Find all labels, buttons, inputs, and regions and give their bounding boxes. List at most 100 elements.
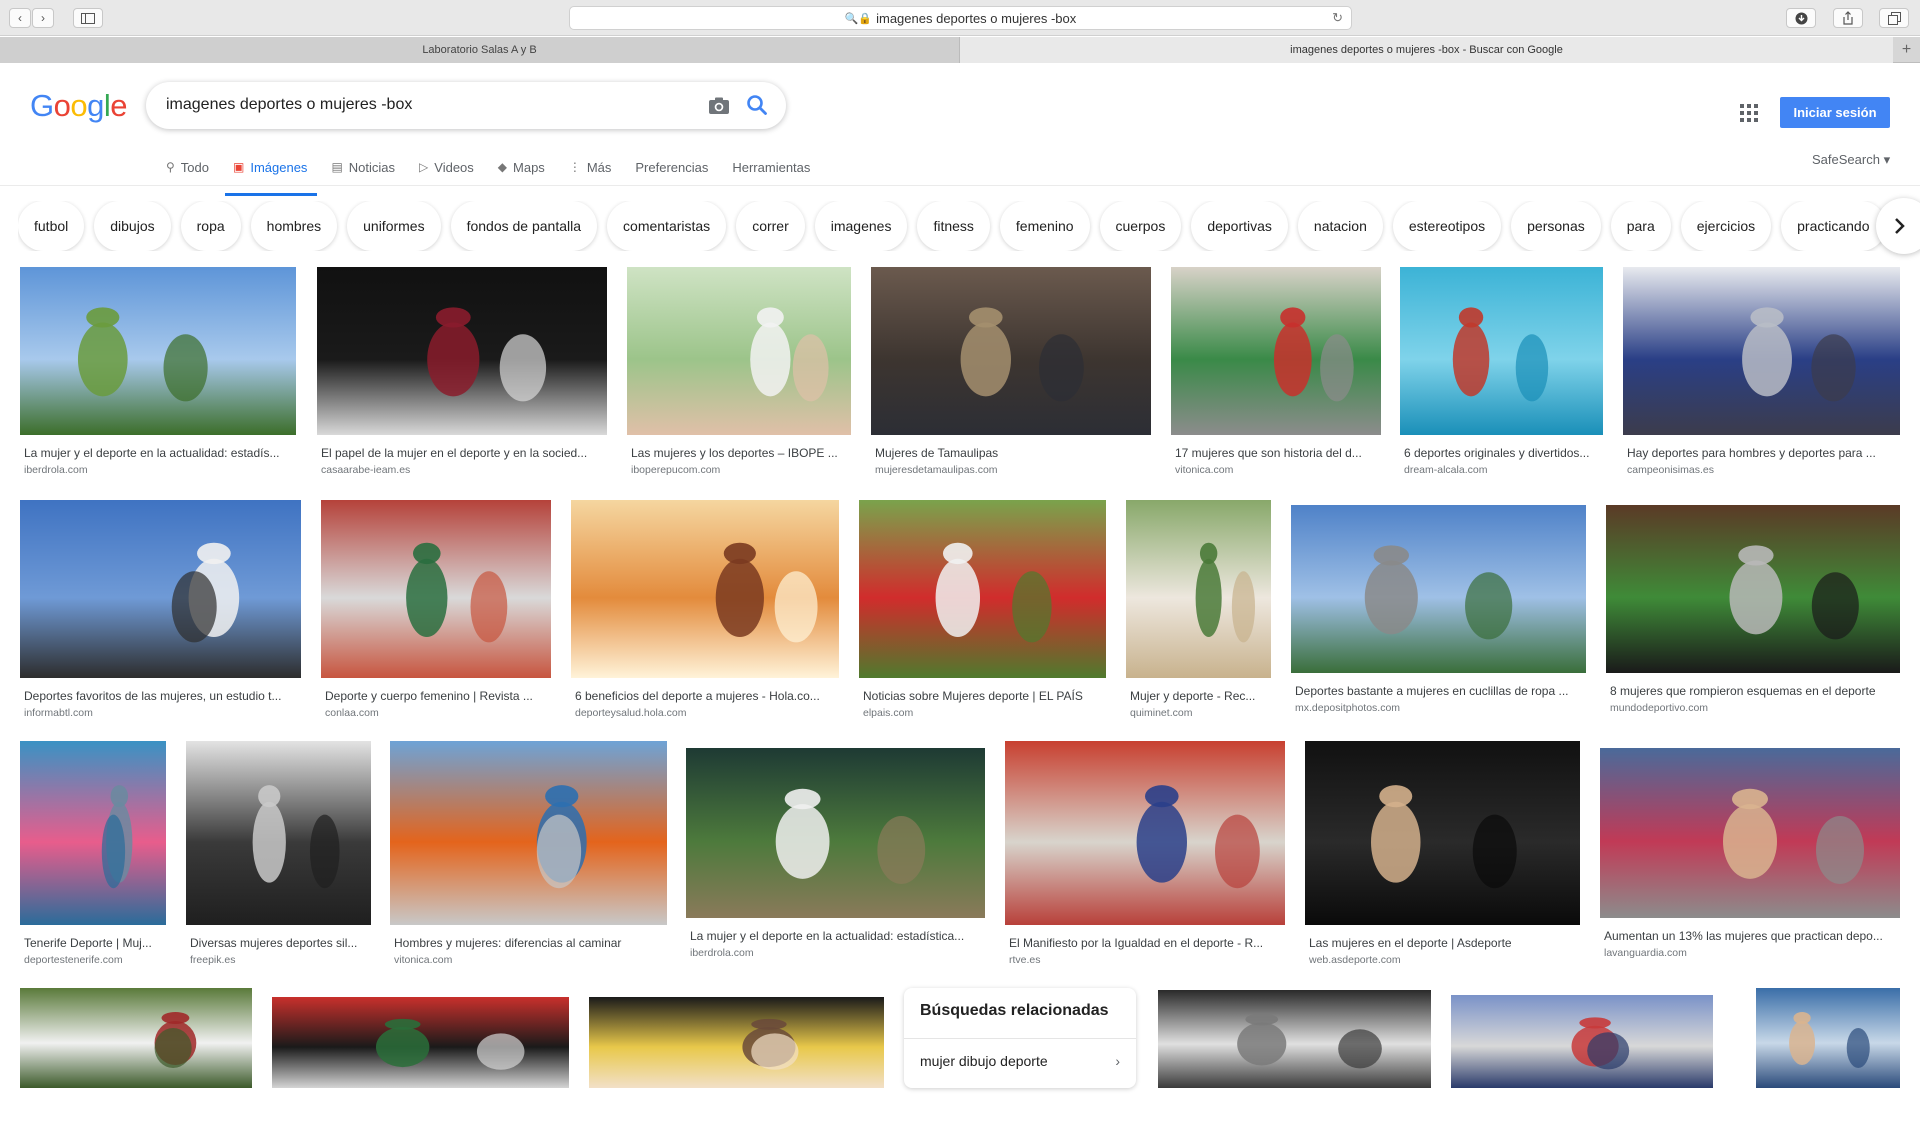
result-thumbnail[interactable] [317, 267, 607, 435]
result-thumbnail[interactable] [20, 988, 252, 1088]
related-item-label: mujer dibujo deporte [920, 1053, 1048, 1069]
image-result[interactable]: El Manifiesto por la Igualdad en el depo… [1005, 741, 1285, 969]
result-source: deporteysalud.hola.com [575, 707, 687, 719]
chevron-right-icon: › [1115, 1053, 1120, 1069]
result-caption[interactable]: 8 mujeres que rompieron esquemas en el d… [1610, 684, 1896, 698]
result-thumbnail[interactable] [1451, 995, 1713, 1088]
image-result[interactable]: Deportes bastante a mujeres en cuclillas… [1291, 505, 1586, 717]
result-source: rtve.es [1009, 954, 1041, 966]
result-thumbnail[interactable] [1756, 988, 1900, 1088]
image-result[interactable]: El papel de la mujer en el deporte y en … [317, 267, 607, 479]
result-caption[interactable]: Mujeres de Tamaulipas [875, 446, 1147, 460]
image-result[interactable]: Aumentan un 13% las mujeres que practica… [1600, 748, 1900, 962]
image-result[interactable] [589, 997, 884, 1132]
result-caption[interactable]: Hombres y mujeres: diferencias al camina… [394, 936, 663, 950]
result-thumbnail[interactable] [1158, 990, 1431, 1088]
result-caption[interactable]: Hay deportes para hombres y deportes par… [1627, 446, 1896, 460]
image-result[interactable]: 6 beneficios del deporte a mujeres - Hol… [571, 500, 839, 722]
image-result[interactable]: Hombres y mujeres: diferencias al camina… [390, 741, 667, 969]
image-result[interactable]: Deporte y cuerpo femenino | Revista ... c… [321, 500, 551, 722]
result-caption[interactable]: Aumentan un 13% las mujeres que practica… [1604, 929, 1896, 943]
result-caption[interactable]: Deporte y cuerpo femenino | Revista ... [325, 689, 547, 703]
image-result[interactable] [272, 997, 569, 1132]
result-thumbnail[interactable] [321, 500, 551, 678]
result-source: iberdrola.com [24, 464, 88, 476]
image-result[interactable]: 8 mujeres que rompieron esquemas en el d… [1606, 505, 1900, 717]
image-result[interactable] [1756, 988, 1900, 1132]
result-caption[interactable]: Mujer y deporte - Rec... [1130, 689, 1267, 703]
result-thumbnail[interactable] [1400, 267, 1603, 435]
result-source: iberdrola.com [690, 947, 754, 959]
image-result[interactable]: La mujer y el deporte en la actualidad: … [20, 267, 296, 479]
image-results: La mujer y el deporte en la actualidad: … [0, 0, 1920, 1088]
image-result[interactable]: Mujer y deporte - Rec... quiminet.com [1126, 500, 1271, 722]
divider [904, 1038, 1136, 1039]
result-caption[interactable]: El papel de la mujer en el deporte y en … [321, 446, 603, 460]
result-caption[interactable]: Deportes favoritos de las mujeres, un es… [24, 689, 297, 703]
result-source: vitonica.com [1175, 464, 1234, 476]
result-source: mujeresdetamaulipas.com [875, 464, 998, 476]
related-searches-panel: Búsquedas relacionadas mujer dibujo depo… [904, 988, 1136, 1088]
result-thumbnail[interactable] [589, 997, 884, 1088]
image-result[interactable] [1451, 995, 1713, 1132]
result-caption[interactable]: Las mujeres y los deportes – IBOPE ... [631, 446, 847, 460]
result-thumbnail[interactable] [186, 741, 371, 925]
result-source: casaarabe-ieam.es [321, 464, 411, 476]
result-source: mx.depositphotos.com [1295, 702, 1401, 714]
result-thumbnail[interactable] [1600, 748, 1900, 918]
result-source: conlaa.com [325, 707, 379, 719]
result-caption[interactable]: Diversas mujeres deportes sil... [190, 936, 367, 950]
result-caption[interactable]: El Manifiesto por la Igualdad en el depo… [1009, 936, 1281, 950]
result-thumbnail[interactable] [1126, 500, 1271, 678]
result-thumbnail[interactable] [20, 741, 166, 925]
result-source: iboperepucom.com [631, 464, 721, 476]
result-thumbnail[interactable] [1171, 267, 1381, 435]
result-source: lavanguardia.com [1604, 947, 1687, 959]
image-result[interactable]: Noticias sobre Mujeres deporte | EL PAÍS… [859, 500, 1106, 722]
result-source: vitonica.com [394, 954, 453, 966]
result-thumbnail[interactable] [859, 500, 1106, 678]
related-title: Búsquedas relacionadas [920, 1002, 1109, 1019]
result-source: campeonisimas.es [1627, 464, 1714, 476]
result-thumbnail[interactable] [1291, 505, 1586, 673]
image-result[interactable] [20, 988, 252, 1132]
image-result[interactable]: La mujer y el deporte en la actualidad: … [686, 748, 985, 962]
result-caption[interactable]: Noticias sobre Mujeres deporte | EL PAÍS [863, 689, 1102, 703]
image-result[interactable]: 6 deportes originales y divertidos... dre… [1400, 267, 1603, 479]
image-result[interactable]: Las mujeres en el deporte | Asdeporte web… [1305, 741, 1580, 969]
result-caption[interactable]: 17 mujeres que son historia del d... [1175, 446, 1377, 460]
result-thumbnail[interactable] [20, 500, 301, 678]
result-thumbnail[interactable] [272, 997, 569, 1088]
image-result[interactable]: Deportes favoritos de las mujeres, un es… [20, 500, 301, 722]
result-thumbnail[interactable] [571, 500, 839, 678]
result-source: elpais.com [863, 707, 914, 719]
related-item[interactable]: mujer dibujo deporte › [920, 1046, 1120, 1076]
result-source: quiminet.com [1130, 707, 1193, 719]
result-thumbnail[interactable] [390, 741, 667, 925]
result-caption[interactable]: La mujer y el deporte en la actualidad: … [690, 929, 981, 943]
result-caption[interactable]: 6 beneficios del deporte a mujeres - Hol… [575, 689, 835, 703]
result-thumbnail[interactable] [1005, 741, 1285, 925]
result-source: web.asdeporte.com [1309, 954, 1401, 966]
result-thumbnail[interactable] [1305, 741, 1580, 925]
result-caption[interactable]: Deportes bastante a mujeres en cuclillas… [1295, 684, 1582, 698]
image-result[interactable]: Tenerife Deporte | Muj... deportestenerif… [20, 741, 166, 969]
image-result[interactable]: Las mujeres y los deportes – IBOPE ... ib… [627, 267, 851, 479]
result-thumbnail[interactable] [627, 267, 851, 435]
result-thumbnail[interactable] [1623, 267, 1900, 435]
image-result[interactable]: Mujeres de Tamaulipas mujeresdetamaulipas… [871, 267, 1151, 479]
result-caption[interactable]: Tenerife Deporte | Muj... [24, 936, 162, 950]
result-source: dream-alcala.com [1404, 464, 1488, 476]
image-result[interactable]: 17 mujeres que son historia del d... vito… [1171, 267, 1381, 479]
result-thumbnail[interactable] [686, 748, 985, 918]
result-caption[interactable]: Las mujeres en el deporte | Asdeporte [1309, 936, 1576, 950]
result-source: deportestenerife.com [24, 954, 123, 966]
image-result[interactable]: Hay deportes para hombres y deportes par… [1623, 267, 1900, 479]
result-thumbnail[interactable] [1606, 505, 1900, 673]
image-result[interactable]: Diversas mujeres deportes sil... freepik.… [186, 741, 371, 969]
result-thumbnail[interactable] [20, 267, 296, 435]
image-result[interactable] [1158, 990, 1431, 1132]
result-caption[interactable]: 6 deportes originales y divertidos... [1404, 446, 1599, 460]
result-caption[interactable]: La mujer y el deporte en la actualidad: … [24, 446, 292, 460]
result-thumbnail[interactable] [871, 267, 1151, 435]
